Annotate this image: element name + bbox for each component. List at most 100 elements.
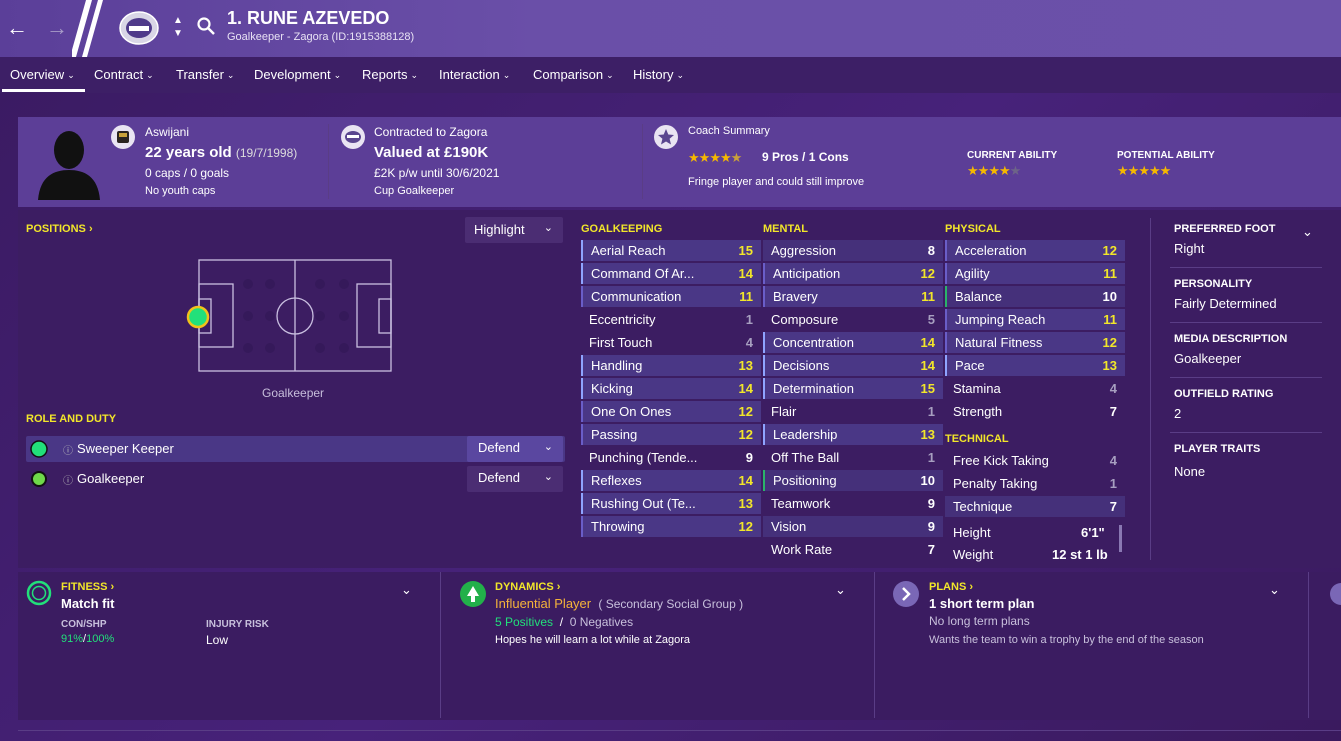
- attribute-value: 8: [927, 243, 935, 258]
- goalkeeping-attribute-row[interactable]: Rushing Out (Te... 13: [581, 493, 761, 514]
- tab-contract[interactable]: Contract ⌄: [94, 67, 154, 82]
- physical-attribute-row[interactable]: Natural Fitness 12: [945, 332, 1125, 353]
- tab-history[interactable]: History ⌄: [633, 67, 684, 82]
- goalkeeping-attribute-row[interactable]: Communication 11: [581, 286, 761, 307]
- attribute-value: 15: [920, 381, 935, 396]
- goalkeeper-position-marker[interactable]: [186, 305, 210, 329]
- info-icon[interactable]: ⓘ: [63, 442, 73, 457]
- scrollbar[interactable]: [1119, 525, 1122, 552]
- mental-attribute-row[interactable]: Leadership 13: [763, 424, 943, 445]
- physical-attribute-row[interactable]: Stamina 4: [945, 378, 1125, 399]
- attribute-value: 10: [1102, 289, 1117, 304]
- physical-attribute-row[interactable]: Balance 10: [945, 286, 1125, 307]
- info-icon[interactable]: ⓘ: [63, 472, 73, 487]
- role-duty-title: ROLE AND DUTY: [26, 413, 117, 425]
- back-arrow-icon[interactable]: ←: [6, 15, 28, 41]
- star-icon: ★: [719, 150, 732, 165]
- mental-attribute-row[interactable]: Aggression 8: [763, 240, 943, 261]
- coach-note: Fringe player and could still improve: [688, 176, 865, 188]
- technical-attribute-row[interactable]: Technique 7: [945, 496, 1125, 517]
- attribute-name: Aerial Reach: [591, 243, 666, 258]
- coach-summary-title: Coach Summary: [688, 125, 770, 137]
- mental-attribute-row[interactable]: Positioning 10: [763, 470, 943, 491]
- current-ability-stars: ★★★★★: [967, 163, 1021, 179]
- goalkeeping-attribute-row[interactable]: Command Of Ar... 14: [581, 263, 761, 284]
- mental-attribute-row[interactable]: Off The Ball 1: [763, 447, 943, 468]
- goalkeeping-attribute-row[interactable]: One On Ones 12: [581, 401, 761, 422]
- tab-interaction[interactable]: Interaction ⌄: [439, 67, 510, 82]
- role-name: Sweeper Keeper: [77, 441, 174, 456]
- tab-overview[interactable]: Overview ⌄: [10, 67, 75, 82]
- fitness-title[interactable]: FITNESS ›: [61, 581, 114, 593]
- media-description: Goalkeeper: [1174, 351, 1242, 366]
- goalkeeping-attribute-row[interactable]: Reflexes 14: [581, 470, 761, 491]
- nationality: Aswijani: [145, 125, 190, 139]
- goalkeeping-attribute-row[interactable]: Throwing 12: [581, 516, 761, 537]
- attribute-name: Concentration: [773, 335, 854, 350]
- expand-chevron-icon[interactable]: ⌄: [835, 582, 846, 598]
- injury-risk: Low: [206, 633, 229, 647]
- tab-transfer[interactable]: Transfer ⌄: [176, 67, 234, 82]
- goalkeeping-attribute-row[interactable]: Punching (Tende... 9: [581, 447, 761, 468]
- technical-attribute-row[interactable]: Free Kick Taking 4: [945, 450, 1125, 471]
- mental-attribute-row[interactable]: Flair 1: [763, 401, 943, 422]
- technical-attribute-row[interactable]: Penalty Taking 1: [945, 473, 1125, 494]
- star-icon: ★: [1148, 163, 1161, 178]
- outfield-rating: 2: [1174, 406, 1182, 421]
- attribute-name: Command Of Ar...: [591, 266, 695, 281]
- attribute-value: 4: [745, 335, 753, 350]
- mental-attribute-row[interactable]: Concentration 14: [763, 332, 943, 353]
- coach-star-icon: [654, 125, 678, 149]
- search-icon[interactable]: [196, 16, 216, 36]
- highlight-dropdown[interactable]: Highlight ⌄: [465, 217, 563, 243]
- wage: £2K p/w until 30/6/2021: [374, 166, 500, 180]
- duty-dropdown[interactable]: Defend ⌄: [467, 466, 563, 492]
- mental-attribute-row[interactable]: Anticipation 12: [763, 263, 943, 284]
- plans-title[interactable]: PLANS ›: [929, 581, 973, 593]
- physical-attribute-row[interactable]: Acceleration 12: [945, 240, 1125, 261]
- forward-arrow-icon[interactable]: →: [46, 15, 68, 41]
- mental-attribute-row[interactable]: Bravery 11: [763, 286, 943, 307]
- plans-arrow-icon[interactable]: [892, 580, 920, 608]
- player-switch-icon[interactable]: ▲ ▼: [173, 14, 183, 40]
- expand-chevron-icon[interactable]: ⌄: [1269, 582, 1280, 598]
- tab-comparison[interactable]: Comparison ⌄: [533, 67, 614, 82]
- mental-attribute-row[interactable]: Vision 9: [763, 516, 943, 537]
- divider: [1170, 267, 1322, 268]
- goalkeeping-attribute-row[interactable]: Aerial Reach 15: [581, 240, 761, 261]
- con-shp-values: 91%/100%: [61, 633, 115, 645]
- goalkeeping-attribute-row[interactable]: Eccentricity 1: [581, 309, 761, 330]
- mental-title: MENTAL: [763, 223, 809, 235]
- mental-attribute-row[interactable]: Decisions 14: [763, 355, 943, 376]
- goalkeeping-attribute-row[interactable]: Kicking 14: [581, 378, 761, 399]
- physical-attribute-row[interactable]: Jumping Reach 11: [945, 309, 1125, 330]
- physical-attribute-row[interactable]: Pace 13: [945, 355, 1125, 376]
- goalkeeping-attribute-row[interactable]: Passing 12: [581, 424, 761, 445]
- goalkeeping-attribute-row[interactable]: Handling 13: [581, 355, 761, 376]
- physical-attribute-row[interactable]: Agility 11: [945, 263, 1125, 284]
- goalkeeping-attribute-row[interactable]: First Touch 4: [581, 332, 761, 353]
- star-icon: ★: [1127, 163, 1140, 178]
- expand-chevron-icon[interactable]: ⌄: [401, 582, 412, 598]
- divider: [1170, 432, 1322, 433]
- star-icon: ★: [1117, 163, 1129, 178]
- personality-label: PERSONALITY: [1174, 278, 1253, 290]
- tab-reports[interactable]: Reports ⌄: [362, 67, 418, 82]
- mental-attribute-row[interactable]: Composure 5: [763, 309, 943, 330]
- mental-attribute-row[interactable]: Determination 15: [763, 378, 943, 399]
- attribute-value: 12: [1102, 243, 1117, 258]
- pros-cons[interactable]: 9 Pros / 1 Cons: [762, 150, 849, 164]
- collapse-chevron-icon[interactable]: ⌄: [1302, 224, 1313, 240]
- star-icon: ★: [1138, 163, 1150, 178]
- tab-development[interactable]: Development ⌄: [254, 67, 341, 82]
- positions-title[interactable]: POSITIONS ›: [26, 223, 93, 235]
- attribute-name: Bravery: [773, 289, 818, 304]
- mental-attribute-row[interactable]: Work Rate 7: [763, 539, 943, 560]
- dynamics-title[interactable]: DYNAMICS ›: [495, 581, 560, 593]
- mental-attribute-row[interactable]: Teamwork 9: [763, 493, 943, 514]
- star-icon: ★: [709, 150, 721, 165]
- duty-dropdown[interactable]: Defend ⌄: [467, 436, 563, 462]
- squad-status: Cup Goalkeeper: [374, 185, 455, 197]
- position-label: Goalkeeper: [262, 386, 325, 400]
- physical-attribute-row[interactable]: Strength 7: [945, 401, 1125, 422]
